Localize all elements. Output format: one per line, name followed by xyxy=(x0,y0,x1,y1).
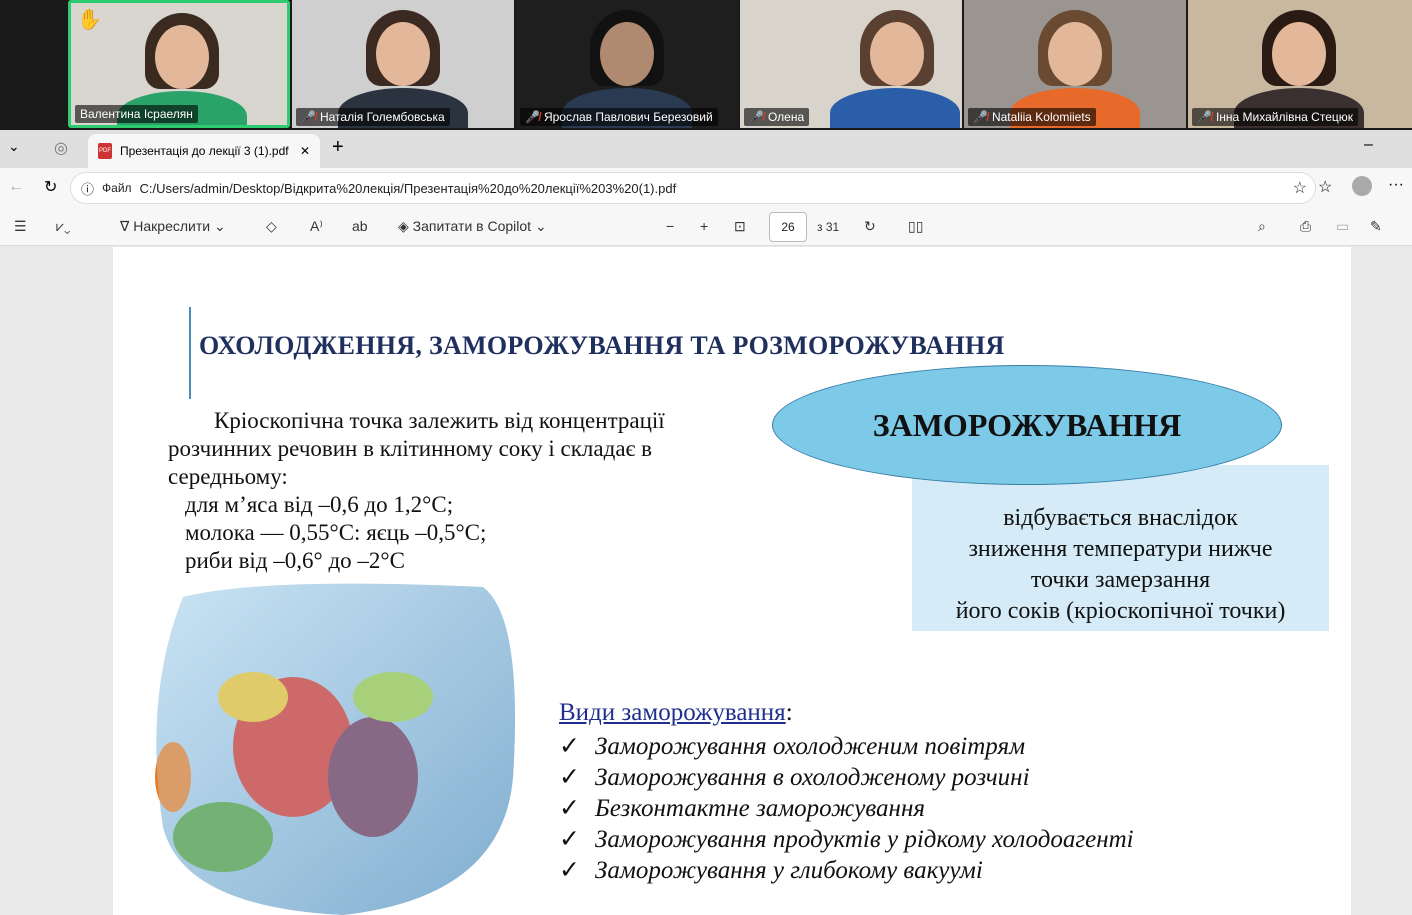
list-item: ✓ Заморожування охолодженим повітрям xyxy=(559,733,1026,760)
save-icon[interactable]: ▭ xyxy=(1336,218,1349,235)
video-strip: ✋ Валентина Ісраелян 🎤̸ Наталія Голембовс… xyxy=(0,0,1412,130)
new-tab-icon[interactable]: + xyxy=(332,136,344,159)
globe-icon[interactable]: ◎ xyxy=(54,138,68,158)
kinds-heading: Види заморожування xyxy=(559,699,786,726)
page-total: з 31 xyxy=(817,220,840,234)
box-line: відбувається внаслідок xyxy=(1003,505,1238,531)
zoom-out-icon[interactable]: − xyxy=(666,218,674,234)
participant-name: Наталія Голембовська xyxy=(319,110,445,124)
address-bar-row: ← ↻ ⓘ Файл C:/Users/admin/Desktop/Відкри… xyxy=(0,168,1412,208)
read-aloud-icon[interactable]: A⁾ xyxy=(310,218,323,235)
translate-icon[interactable]: ab xyxy=(352,218,368,234)
check-icon: ✓ xyxy=(559,733,580,760)
participant-tile[interactable]: 🎤̸ Інна Михайлівна Стецюк xyxy=(1188,0,1412,128)
ice-cube-vegetables-image xyxy=(155,583,516,915)
page-view-icon[interactable]: ▯▯ xyxy=(908,218,923,235)
check-icon: ✓ xyxy=(559,764,580,791)
check-icon: ✓ xyxy=(559,857,580,884)
tab-title: Презентація до лекції 3 (1).pdf xyxy=(120,144,289,158)
list-item: ✓ Заморожування продуктів у рідкому холод… xyxy=(559,826,1134,853)
para-line: розчинних речовин в клітинному соку і ск… xyxy=(168,436,653,461)
freezing-types-list: Види заморожування: ✓ Заморожування охоло… xyxy=(559,699,1134,884)
para-line: Кріоскопічна точка залежить від концентр… xyxy=(214,408,665,433)
para-line: середньому: xyxy=(168,464,288,489)
highlight-icon[interactable]: ⩗⌄ xyxy=(56,218,71,235)
save-as-icon[interactable]: ✎ xyxy=(1370,218,1382,235)
page-number-input[interactable]: 26 xyxy=(769,212,807,242)
draw-button[interactable]: ∇ Накреслити ⌄ xyxy=(120,218,226,235)
participant-name: Інна Михайлівна Стецюк xyxy=(1215,110,1353,124)
freezing-ellipse: ЗАМОРОЖУВАННЯ xyxy=(772,365,1282,485)
info-icon: ⓘ xyxy=(81,181,95,197)
eraser-icon[interactable]: ◇ xyxy=(266,218,277,235)
zoom-in-icon[interactable]: + xyxy=(700,218,708,234)
raised-hand-icon: ✋ xyxy=(77,9,102,31)
tab-bar: ⌄ ◎ PDF Презентація до лекції 3 (1).pdf … xyxy=(0,130,1412,168)
reload-icon[interactable]: ↻ xyxy=(44,177,57,197)
more-icon[interactable]: ··· xyxy=(1388,176,1404,194)
url-scheme-label: Файл xyxy=(102,181,132,195)
list-item: ✓ Безконтактне заморожування xyxy=(559,795,925,822)
tab-pdf[interactable]: PDF Презентація до лекції 3 (1).pdf ✕ xyxy=(88,134,320,168)
participant-name: Олена xyxy=(767,110,805,124)
box-line: точки замерзання xyxy=(1030,567,1211,593)
mic-muted-icon: 🎤̸ xyxy=(973,110,988,124)
list-item: ✓ Заморожування в охолодженому розчині xyxy=(559,764,1030,791)
contents-icon[interactable]: ☰ xyxy=(14,218,27,235)
para-line: для м’яса від –0,6 до 1,2°С; xyxy=(185,492,454,517)
cryoscopic-paragraph: Кріоскопічна точка залежить від концентр… xyxy=(168,407,748,575)
minimize-icon[interactable]: – xyxy=(1364,136,1373,154)
mic-muted-icon: 🎤̸ xyxy=(525,110,540,124)
box-line: зниження температури нижче xyxy=(968,536,1273,562)
pdf-toolbar: ☰ ⩗⌄ ∇ Накреслити ⌄ ◇ A⁾ ab ◈ Запитати в… xyxy=(0,208,1412,246)
check-icon: ✓ xyxy=(559,826,580,853)
para-line: молока — 0,55°С: яєць –0,5°С; xyxy=(185,520,487,545)
copilot-button[interactable]: ◈ Запитати в Copilot ⌄ xyxy=(398,218,547,235)
profile-avatar[interactable] xyxy=(1352,176,1372,196)
participant-name: Ярослав Павлович Березовий xyxy=(543,110,713,124)
participant-name: Nataliia Kolomiiets xyxy=(991,110,1091,124)
box-line: його соків (кріоскопічної точки) xyxy=(955,598,1286,624)
fit-page-icon[interactable]: ⊡ xyxy=(734,218,746,235)
para-line: риби від –0,6° до –2°С xyxy=(185,548,405,573)
mic-muted-icon: 🎤̸ xyxy=(749,110,764,124)
rotate-icon[interactable]: ↻ xyxy=(864,218,876,235)
pdf-icon: PDF xyxy=(98,143,112,159)
address-input[interactable]: ⓘ Файл C:/Users/admin/Desktop/Відкрита%2… xyxy=(70,172,1316,204)
favorite-star-icon[interactable]: ☆ xyxy=(1293,178,1307,198)
participant-tile[interactable]: 🎤̸ Ярослав Павлович Березовий xyxy=(516,0,738,128)
list-item: ✓ Заморожування у глибокому вакуумі xyxy=(559,857,983,884)
favorites-icon[interactable]: ☆ xyxy=(1318,177,1332,197)
participant-name: Валентина Ісраелян xyxy=(75,105,198,123)
participant-tile[interactable]: 🎤̸ Олена xyxy=(740,0,962,128)
search-icon[interactable]: ⌕ xyxy=(1258,218,1266,235)
close-tab-icon[interactable]: ✕ xyxy=(300,144,310,158)
pdf-page: ОХОЛОДЖЕННЯ, ЗАМОРОЖУВАННЯ ТА РОЗМОРОЖУВ… xyxy=(113,247,1351,915)
participant-tile[interactable]: 🎤̸ Наталія Голембовська xyxy=(292,0,514,128)
mic-muted-icon: 🎤̸ xyxy=(301,110,316,124)
print-icon[interactable]: ⎙ xyxy=(1300,218,1311,235)
slide-title: ОХОЛОДЖЕННЯ, ЗАМОРОЖУВАННЯ ТА РОЗМОРОЖУВ… xyxy=(199,331,1005,360)
check-icon: ✓ xyxy=(559,795,580,822)
participant-tile[interactable]: ✋ Валентина Ісраелян xyxy=(68,0,290,128)
url-text: C:/Users/admin/Desktop/Відкрита%20лекція… xyxy=(139,180,677,196)
definition-box: відбувається внаслідок зниження температ… xyxy=(912,465,1329,631)
tab-list-chevron-icon[interactable]: ⌄ xyxy=(8,138,20,155)
title-accent-bar xyxy=(189,307,191,399)
ellipse-label: ЗАМОРОЖУВАННЯ xyxy=(872,406,1182,443)
mic-muted-icon: 🎤̸ xyxy=(1197,110,1212,124)
back-icon[interactable]: ← xyxy=(8,178,24,196)
participant-tile[interactable]: 🎤̸ Nataliia Kolomiiets xyxy=(964,0,1186,128)
